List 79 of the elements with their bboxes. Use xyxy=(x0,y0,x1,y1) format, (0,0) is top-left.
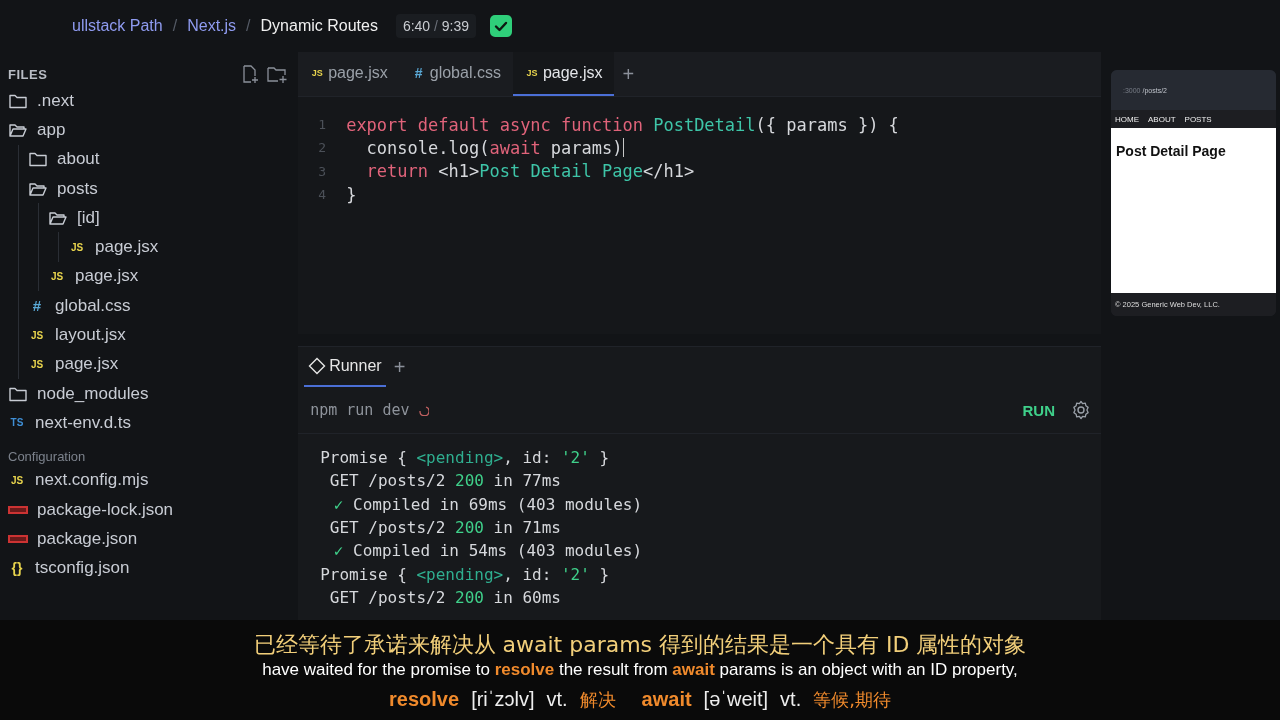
breadcrumb-current: Dynamic Routes xyxy=(260,17,378,35)
file-name[interactable]: page.jsx xyxy=(55,354,119,375)
css-file-icon: # xyxy=(28,297,46,315)
js-file-icon: JS xyxy=(28,329,46,341)
settings-icon[interactable] xyxy=(1071,400,1091,420)
editor-tab[interactable]: JS page.jsx xyxy=(298,52,400,96)
js-file-icon: JS xyxy=(524,68,539,78)
runner-tab[interactable]: Runner xyxy=(304,347,386,387)
command-text: npm run dev xyxy=(310,401,410,419)
editor-tab[interactable]: JS page.jsx xyxy=(512,52,615,96)
phonetic: [əˈweit] xyxy=(703,688,769,711)
file-name[interactable]: next-env.d.ts xyxy=(35,412,132,433)
js-file-icon: JS xyxy=(48,270,66,282)
file-name[interactable]: page.jsx xyxy=(95,237,159,258)
file-name[interactable]: .next xyxy=(37,90,74,111)
file-name[interactable]: package.json xyxy=(37,528,138,549)
file-name[interactable]: [id] xyxy=(77,207,100,228)
terminal-line: ✓ Compiled in 54ms (403 modules) xyxy=(332,540,643,563)
nav-link[interactable]: ABOUT xyxy=(1148,114,1176,124)
page-heading: Post Detail Page xyxy=(1116,143,1227,159)
json-file-icon: {} xyxy=(8,560,26,577)
subtitle-chinese: 已经等待了承诺来解决从 await params 得到的结果是一个具有 ID 属性的对象 xyxy=(253,631,1027,659)
file-name[interactable]: package-lock.json xyxy=(37,499,174,520)
breadcrumb-link[interactable]: ullstack Path xyxy=(72,17,163,35)
terminal-line: Promise { <pending>, id: '2' } xyxy=(320,563,610,586)
line-number: 3 xyxy=(317,163,328,179)
file-name[interactable]: global.css xyxy=(55,295,131,316)
vocab-meaning: 等候,期待 xyxy=(813,688,891,712)
code-line: export default async function PostDetail({ params }) { xyxy=(346,114,899,135)
js-file-icon: JS xyxy=(310,68,325,78)
subtitle-english: have waited for the promise to resolve the result from await params is an object with an ID property, xyxy=(262,660,1018,681)
line-number: 1 xyxy=(317,117,328,133)
loading-icon xyxy=(417,404,430,416)
npm-file-icon xyxy=(8,505,28,514)
vocab-word: await xyxy=(641,688,692,711)
file-name[interactable]: posts xyxy=(57,178,98,199)
terminal-line: ✓ Compiled in 69ms (403 modules) xyxy=(332,493,643,516)
code-line: console.log(await params) xyxy=(365,137,624,158)
terminal-line: Promise { <pending>, id: '2' } xyxy=(320,447,610,470)
ts-file-icon: TS xyxy=(8,417,26,429)
vocab-word: resolve xyxy=(389,688,460,711)
files-heading: FILES xyxy=(8,66,48,82)
diamond-icon xyxy=(308,357,327,375)
breadcrumb-separator: / xyxy=(172,17,178,35)
new-file-icon[interactable] xyxy=(240,64,261,84)
line-number: 4 xyxy=(317,187,328,203)
new-folder-icon[interactable] xyxy=(266,64,289,84)
file-name[interactable]: node_modules xyxy=(37,383,149,404)
terminal-line: GET /posts/2 200 in 77ms xyxy=(328,470,561,493)
terminal-line: GET /posts/2 200 in 71ms xyxy=(328,517,561,540)
npm-file-icon xyxy=(8,534,28,543)
section-heading: Configuration xyxy=(8,447,87,466)
file-name[interactable]: tsconfig.json xyxy=(35,558,130,579)
code-line: return <h1>Post Detail Page</h1> xyxy=(365,161,695,182)
css-file-icon: # xyxy=(411,65,426,81)
part-of-speech: vt. xyxy=(546,688,568,711)
nav-link[interactable]: HOME xyxy=(1115,114,1139,124)
vocab-meaning: 解决 xyxy=(579,688,616,712)
new-tab-button[interactable]: + xyxy=(614,62,643,86)
breadcrumb-link[interactable]: Next.js xyxy=(187,17,237,35)
file-name[interactable]: about xyxy=(57,149,100,170)
js-file-icon: JS xyxy=(28,358,46,370)
file-name[interactable]: next.config.mjs xyxy=(35,470,149,491)
line-number: 2 xyxy=(317,140,328,156)
terminal-line: GET /posts/2 200 in 60ms xyxy=(328,586,561,609)
new-tab-button[interactable]: + xyxy=(385,355,414,379)
nav-link[interactable]: POSTS xyxy=(1184,114,1212,124)
code-line: } xyxy=(346,184,357,205)
lesson-timer: 6:40 / 9:39 xyxy=(395,14,477,38)
breadcrumb-separator: / xyxy=(246,17,251,35)
file-name[interactable]: page.jsx xyxy=(75,266,139,287)
phonetic: [riˈzɔlv] xyxy=(471,688,535,711)
js-file-icon: JS xyxy=(8,474,26,486)
part-of-speech: vt. xyxy=(780,688,802,711)
file-name[interactable]: app xyxy=(37,119,66,140)
file-name[interactable]: layout.jsx xyxy=(55,325,126,345)
js-file-icon: JS xyxy=(68,241,86,253)
editor-tab[interactable]: # global.css xyxy=(399,52,513,96)
run-button[interactable]: RUN xyxy=(1016,400,1061,420)
